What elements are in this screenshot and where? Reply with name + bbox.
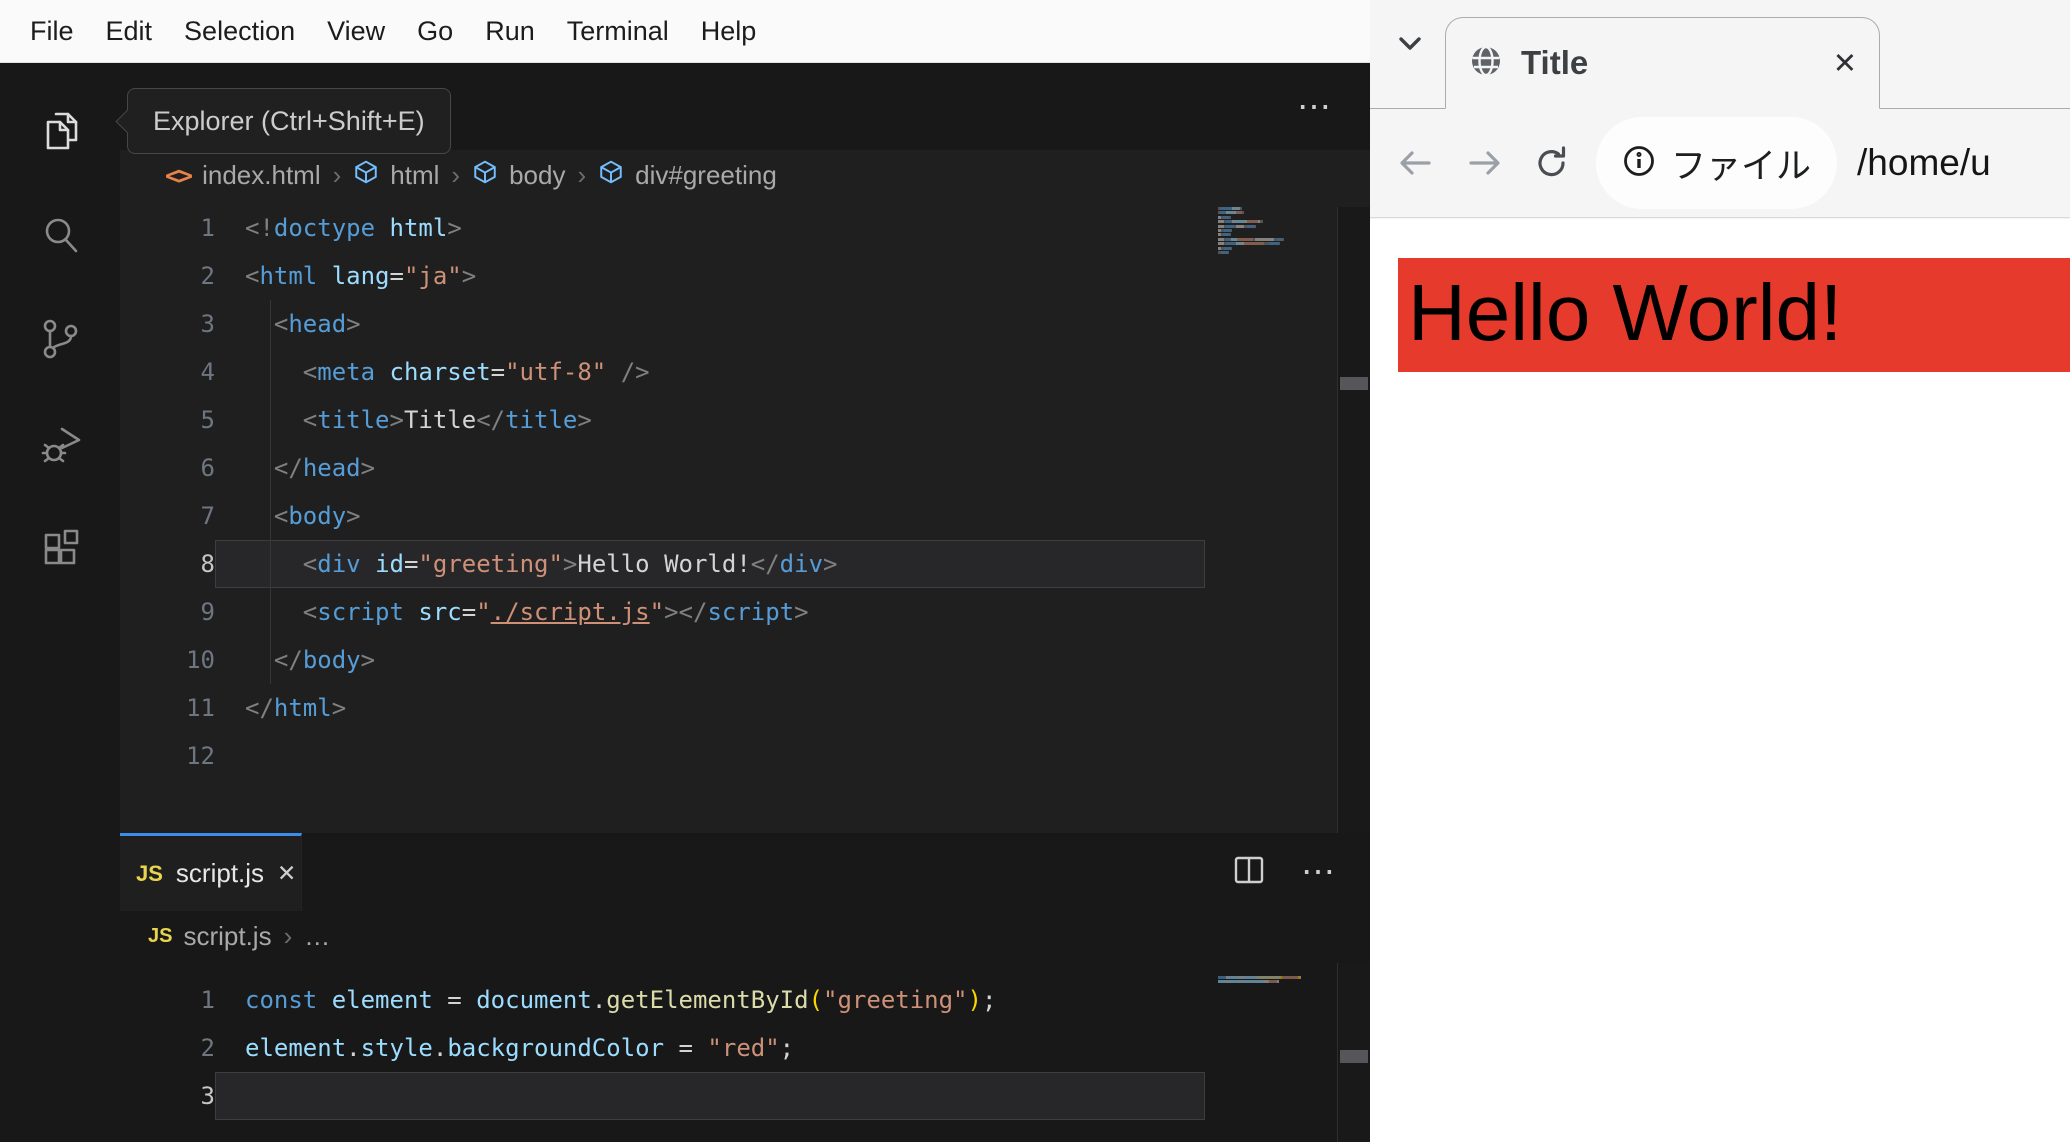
site-info-chip[interactable]: ファイル — [1596, 117, 1838, 209]
address-bar-url[interactable]: /home/u — [1857, 142, 2070, 184]
file-scheme-label: ファイル — [1671, 146, 1812, 186]
split-editor-icon[interactable] — [1233, 855, 1265, 890]
browser-toolbar: ファイル /home/u — [1370, 109, 2070, 218]
code-line[interactable]: 8 <div id="greeting">Hello World!</div> — [120, 540, 1205, 588]
breadcrumb-body[interactable]: body — [509, 160, 565, 191]
bottom-editor-group: JS script.js ✕ ⋯ JS script.js › … 1 const — [120, 833, 1370, 1142]
code-line[interactable]: 1 const element = document.getElementById… — [120, 976, 1205, 1024]
globe-icon — [1468, 43, 1504, 84]
scrollbar-js[interactable] — [1337, 963, 1370, 1142]
run-debug-button[interactable] — [0, 393, 120, 497]
breadcrumb-js: JS script.js › … — [120, 911, 1370, 961]
scrollbar[interactable] — [1337, 207, 1370, 833]
tab-label: script.js — [175, 858, 265, 888]
menu-file[interactable]: File — [14, 0, 90, 63]
minimap-js[interactable] — [1218, 976, 1335, 989]
git-branch-icon — [35, 314, 85, 369]
reload-icon[interactable] — [1532, 143, 1572, 183]
code-line[interactable]: 5 <title>Title</title> — [120, 396, 1205, 444]
breadcrumb-separator: › — [283, 920, 293, 951]
symbol-cube-icon — [472, 159, 498, 192]
extensions-icon — [35, 522, 85, 577]
code-line[interactable]: 11 </html> — [120, 684, 1205, 732]
scrollbar-thumb-js[interactable] — [1340, 1050, 1368, 1063]
code-line[interactable]: 9 <script src="./script.js"></script> — [120, 588, 1205, 636]
minimap[interactable] — [1218, 207, 1335, 260]
vscode-window: File Edit Selection View Go Run Terminal… — [0, 0, 1370, 1142]
more-actions-icon[interactable]: ⋯ — [1297, 63, 1334, 150]
breadcrumb-separator: › — [577, 159, 587, 190]
editor-tab-bar-bottom: JS script.js ✕ ⋯ — [120, 833, 1370, 911]
search-button[interactable] — [0, 185, 120, 289]
symbol-cube-icon — [598, 159, 624, 192]
close-tab-icon[interactable]: ✕ — [1833, 46, 1857, 81]
code-line[interactable]: 6 </head> — [120, 444, 1205, 492]
js-file-icon: JS — [148, 924, 173, 947]
menu-view[interactable]: View — [311, 0, 401, 63]
more-actions-icon[interactable]: ⋯ — [1301, 852, 1338, 892]
code-line[interactable]: 7 <body> — [120, 492, 1205, 540]
hello-heading: Hello World! — [1398, 258, 2070, 372]
menu-edit[interactable]: Edit — [90, 0, 169, 63]
tab-script-js[interactable]: JS script.js ✕ — [120, 833, 302, 911]
browser-page: Hello World! — [1370, 219, 2070, 1142]
breadcrumb: <> index.html › html › body › div#greeti… — [120, 150, 1370, 200]
info-icon — [1622, 144, 1656, 183]
browser-window: Title ✕ ファイル /home/u Hello World! — [1370, 0, 2070, 1142]
js-file-icon: JS — [136, 860, 163, 886]
close-tab-icon[interactable]: ✕ — [277, 860, 296, 887]
tab-search-chevron-icon[interactable] — [1396, 34, 1424, 59]
breadcrumb-separator: › — [451, 159, 461, 190]
menu-terminal[interactable]: Terminal — [551, 0, 685, 63]
browser-tab-strip: Title ✕ — [1370, 0, 2070, 109]
extensions-button[interactable] — [0, 497, 120, 601]
scrollbar-thumb[interactable] — [1340, 377, 1368, 390]
html-file-icon: <> — [165, 160, 193, 190]
activity-bar — [0, 63, 120, 1142]
html-code-editor[interactable]: 1 <!doctype html> 2 <html lang="ja"> 3 <head… — [120, 204, 1205, 780]
debug-icon — [34, 417, 86, 474]
menu-bar: File Edit Selection View Go Run Terminal… — [0, 0, 1370, 63]
back-icon[interactable] — [1396, 145, 1434, 181]
breadcrumb-js-file[interactable]: script.js — [183, 921, 271, 952]
breadcrumb-file[interactable]: index.html — [202, 160, 321, 191]
breadcrumb-separator: › — [332, 159, 342, 190]
files-icon — [35, 106, 85, 161]
tooltip-text: Explorer (Ctrl+Shift+E) — [153, 105, 425, 136]
code-line[interactable]: 3 <head> — [120, 300, 1205, 348]
forward-icon[interactable] — [1466, 145, 1504, 181]
menu-go[interactable]: Go — [401, 0, 469, 63]
code-line[interactable]: 2 <html lang="ja"> — [120, 252, 1205, 300]
menu-run[interactable]: Run — [469, 0, 551, 63]
source-control-button[interactable] — [0, 289, 120, 393]
breadcrumb-div-greeting[interactable]: div#greeting — [635, 160, 777, 191]
breadcrumb-js-ellipsis[interactable]: … — [304, 921, 330, 952]
menu-help[interactable]: Help — [685, 0, 773, 63]
browser-tab-title: Title — [1521, 44, 1589, 81]
breadcrumb-html[interactable]: html — [390, 160, 439, 191]
symbol-cube-icon — [353, 159, 379, 192]
code-line[interactable]: 1 <!doctype html> — [120, 204, 1205, 252]
browser-tab[interactable]: Title ✕ — [1445, 17, 1880, 109]
editor-area: ⋯ <> index.html › html › body › div#gree… — [120, 63, 1370, 1142]
js-code-editor[interactable]: 1 const element = document.getElementById… — [120, 976, 1205, 1120]
code-line[interactable]: 4 <meta charset="utf-8" /> — [120, 348, 1205, 396]
code-line[interactable]: 3 — [120, 1072, 1205, 1120]
menu-selection[interactable]: Selection — [168, 0, 311, 63]
code-line[interactable]: 10 </body> — [120, 636, 1205, 684]
explorer-button[interactable] — [0, 81, 120, 185]
explorer-tooltip: Explorer (Ctrl+Shift+E) — [127, 88, 451, 154]
indent-guide — [270, 300, 271, 684]
code-line[interactable]: 12 — [120, 732, 1205, 780]
code-line[interactable]: 2 element.style.backgroundColor = "red"; — [120, 1024, 1205, 1072]
search-icon — [35, 210, 85, 265]
